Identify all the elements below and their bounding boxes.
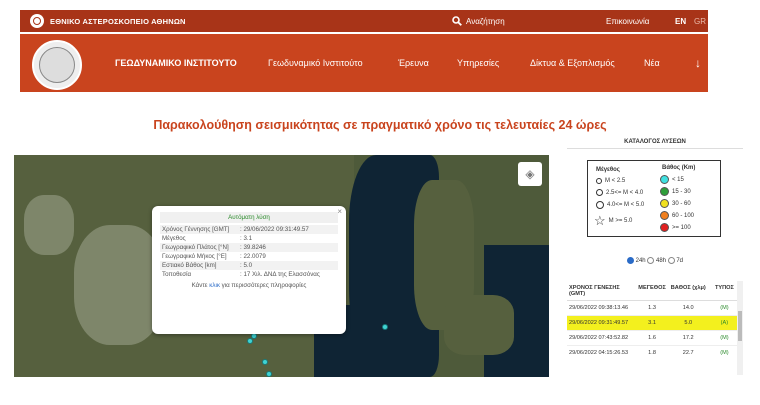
period-24h-label: 24h xyxy=(635,258,646,265)
cell-time: 29/06/2022 04:15:26.53 xyxy=(569,350,629,356)
map-mountain-area xyxy=(24,195,74,255)
cell-magnitude: 1.8 xyxy=(648,350,656,356)
magnitude-header: Μέγεθος xyxy=(596,167,620,173)
period-48h-label: 48h xyxy=(655,258,666,265)
depth-dot-icon xyxy=(660,223,669,232)
detail-key: Χρόνος Γέννησης [GMT] xyxy=(160,225,238,234)
legend-depth-label: < 15 xyxy=(672,176,684,183)
depth-dot-icon xyxy=(660,199,669,208)
detail-key: Γεωγραφικό Πλάτος [°N] xyxy=(160,243,238,252)
cell-depth: 5.0 xyxy=(684,320,693,326)
depth-dot-icon xyxy=(660,175,669,184)
cell-depth: 22.7 xyxy=(682,350,694,356)
col-depth-header[interactable]: ΒΑΘΟΣ (χλμ) xyxy=(669,285,708,297)
more-info-link[interactable]: κλικ xyxy=(209,282,220,289)
lang-gr-link[interactable]: GR xyxy=(694,17,706,26)
depth-dot-icon xyxy=(660,187,669,196)
detail-value: : 39.8246 xyxy=(238,243,338,252)
page-title: Παρακολούθηση σεισμικότητας σε πραγματικ… xyxy=(153,118,607,132)
cell-time: 29/06/2022 07:43:52.82 xyxy=(569,335,629,341)
detail-value: : 5.0 xyxy=(238,261,338,270)
solutions-catalog: ΚΑΤΑΛΟΓΟΣ ΛΥΣΕΩΝ Μέγεθος Βάθος (Km) M < … xyxy=(567,135,743,390)
detail-key: Εστιακό Βάθος [km] xyxy=(160,261,238,270)
radio-24h[interactable] xyxy=(626,257,634,264)
event-marker[interactable] xyxy=(382,324,388,330)
legend-depth-label: 30 - 60 xyxy=(672,200,691,207)
nav-item-research[interactable]: Έρευνα xyxy=(398,58,429,68)
lang-en-link[interactable]: EN xyxy=(675,17,686,26)
table-row-selected[interactable]: 29/06/2022 09:31:49.57 3.1 5.0 (A) xyxy=(567,316,743,331)
nav-item-news[interactable]: Νέα xyxy=(644,58,660,68)
scrollbar-thumb[interactable] xyxy=(738,311,742,341)
col-magnitude-header[interactable]: ΜΕΓΕΘΟΣ xyxy=(635,285,668,297)
observatory-name[interactable]: ΕΘΝΙΚΟ ΑΣΤΕΡΟΣΚΟΠΕΙΟ ΑΘΗΝΩΝ xyxy=(50,17,186,26)
event-popup: × Αυτόματη λύση Χρόνος Γέννησης [GMT]: 2… xyxy=(152,206,346,334)
top-bar: ΕΘΝΙΚΟ ΑΣΤΕΡΟΣΚΟΠΕΙΟ ΑΘΗΝΩΝ Αναζήτηση Επ… xyxy=(20,10,708,32)
map-mountain-area xyxy=(74,225,164,345)
search-link[interactable]: Αναζήτηση xyxy=(452,16,505,26)
search-icon xyxy=(452,16,462,26)
map-land-area xyxy=(444,295,514,355)
magnitude-circle-icon xyxy=(596,201,604,209)
event-marker[interactable] xyxy=(266,371,272,377)
map-layers-button[interactable]: ◈ xyxy=(518,162,542,186)
legend-mag-label: 2.5<= M < 4.0 xyxy=(606,189,644,196)
contact-link[interactable]: Επικοινωνία xyxy=(606,17,649,26)
more-info-text: Κάντε κλικ για περισσότερες πληροφορίες xyxy=(191,282,307,289)
legend-mag-label: M >= 5.0 xyxy=(608,217,633,224)
institute-name[interactable]: ΓΕΩΔΥΝΑΜΙΚΟ ΙΝΣΤΙΤΟΥΤΟ xyxy=(115,58,237,68)
radio-48h[interactable] xyxy=(647,257,655,264)
table-header: ΧΡΟΝΟΣ ΓΕΝΕΣΗΣ (GMT) ΜΕΓΕΘΟΣ ΒΑΘΟΣ (χλμ)… xyxy=(567,281,743,301)
legend-depth-label: 15 - 30 xyxy=(672,188,691,195)
cell-magnitude: 3.1 xyxy=(648,320,656,326)
period-7d-label: 7d xyxy=(676,258,684,265)
radio-7d[interactable] xyxy=(667,257,675,264)
table-scrollbar[interactable] xyxy=(737,281,743,375)
nav-item-networks[interactable]: Δίκτυα & Εξοπλισμός xyxy=(530,58,615,68)
table-row[interactable]: 29/06/2022 09:38:13.46 1.3 14.0 (M) xyxy=(567,301,743,316)
detail-key: Γεωγραφικό Μήκος [°E] xyxy=(162,253,227,260)
legend-depth-label: 60 - 100 xyxy=(672,212,695,219)
cell-magnitude: 1.3 xyxy=(648,305,656,311)
layers-icon: ◈ xyxy=(525,167,535,181)
event-marker[interactable] xyxy=(247,338,253,344)
nav-item-services[interactable]: Υπηρεσίες xyxy=(457,58,499,68)
catalog-title: ΚΑΤΑΛΟΓΟΣ ΛΥΣΕΩΝ xyxy=(567,135,743,149)
depth-header: Βάθος (Km) xyxy=(662,165,696,171)
detail-value: : 3.1 xyxy=(240,235,253,242)
institute-seal-logo[interactable] xyxy=(32,40,82,90)
legend-mag-label: M < 2.5 xyxy=(605,178,626,184)
detail-value: : 29/06/2022 09:31:49.57 xyxy=(238,225,338,234)
col-time-header[interactable]: ΧΡΟΝΟΣ ΓΕΝΕΣΗΣ (GMT) xyxy=(569,285,635,297)
event-details-table: Χρόνος Γέννησης [GMT]: 29/06/2022 09:31:… xyxy=(160,225,338,279)
cell-depth: 17.2 xyxy=(682,335,694,341)
cell-time: 29/06/2022 09:31:49.57 xyxy=(569,320,629,326)
close-icon[interactable]: × xyxy=(337,207,342,216)
solution-type-label: Αυτόματη λύση xyxy=(160,212,338,223)
magnitude-circle-icon xyxy=(596,189,603,196)
detail-value: : 17 Χιλ. ΔΝΔ της Ελασσόνας xyxy=(240,271,320,278)
table-row[interactable]: 29/06/2022 07:43:52.82 1.6 17.2 (M) xyxy=(567,331,743,346)
search-label: Αναζήτηση xyxy=(466,16,505,26)
cell-time: 29/06/2022 09:38:13.46 xyxy=(569,305,629,311)
nav-item-institute[interactable]: Γεωδυναμικό Ινστιτούτο xyxy=(268,58,363,68)
depth-dot-icon xyxy=(660,211,669,220)
cell-magnitude: 1.6 xyxy=(648,335,656,341)
table-row[interactable]: 29/06/2022 04:15:26.53 1.8 22.7 (M) xyxy=(567,346,743,358)
main-nav: ΓΕΩΔΥΝΑΜΙΚΟ ΙΝΣΤΙΤΟΥΤΟ Γεωδυναμικό Ινστι… xyxy=(20,34,708,92)
detail-key: Τοποθεσία xyxy=(162,271,192,278)
star-icon: ☆ xyxy=(594,213,606,228)
cell-depth: 14.0 xyxy=(682,305,694,311)
legend-depth-label: >= 100 xyxy=(672,224,691,231)
legend-mag-label: 4.0<= M < 5.0 xyxy=(607,202,645,208)
magnitude-circle-icon xyxy=(596,178,602,184)
detail-key: Μέγεθος xyxy=(162,235,186,242)
arrow-down-icon[interactable]: ↓ xyxy=(695,56,701,70)
events-table: ΧΡΟΝΟΣ ΓΕΝΕΣΗΣ (GMT) ΜΕΓΕΘΟΣ ΒΑΘΟΣ (χλμ)… xyxy=(567,281,743,358)
detail-value: : 22.0079 xyxy=(240,253,266,260)
observatory-logo[interactable] xyxy=(30,14,44,28)
map-legend: Μέγεθος Βάθος (Km) M < 2.5 2.5<= M < 4.0… xyxy=(587,160,721,237)
period-selector: 24h 48h 7d xyxy=(567,257,743,264)
event-marker[interactable] xyxy=(262,359,268,365)
